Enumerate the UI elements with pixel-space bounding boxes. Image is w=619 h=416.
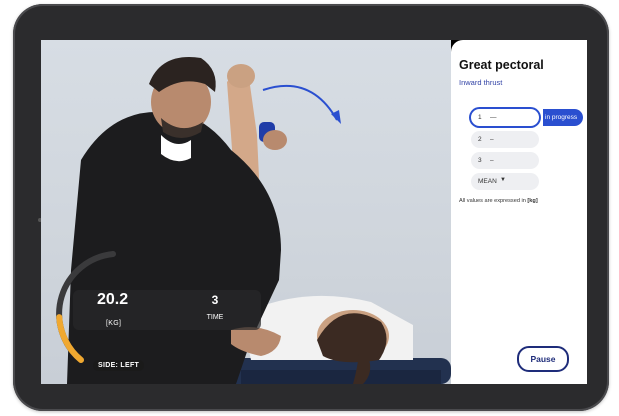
force-value: 20.2 bbox=[97, 291, 129, 308]
repetition-number: 2 bbox=[478, 136, 482, 143]
pause-button[interactable]: Pause bbox=[517, 346, 569, 372]
repetition-value: – bbox=[490, 136, 494, 143]
exercise-illustration bbox=[56, 57, 451, 384]
exercise-subtitle: Inward thrust bbox=[459, 78, 503, 87]
units-note: All values are expressed in [kg] bbox=[459, 198, 538, 204]
motion-arrow bbox=[262, 84, 338, 121]
units-note-text: All values are expressed in bbox=[459, 198, 526, 204]
exercise-title: Great pectoral bbox=[459, 58, 544, 72]
reps-label: TIME bbox=[206, 314, 224, 321]
exercise-panel: Great pectoral Inward thrust 1 — in prog… bbox=[451, 40, 587, 384]
app-screen: 20.2 [KG] 3 TIME SIDE: LEFT Great pector… bbox=[41, 40, 587, 384]
force-unit: [KG] bbox=[106, 320, 122, 327]
in-progress-badge: in progress bbox=[543, 109, 583, 126]
exercise-photo: 20.2 [KG] 3 TIME SIDE: LEFT bbox=[41, 40, 451, 384]
reps-count: 3 bbox=[211, 293, 219, 307]
repetition-row-1[interactable]: 1 — bbox=[471, 109, 539, 126]
repetition-row-3[interactable]: 3 – bbox=[471, 152, 539, 169]
tablet-frame: 20.2 [KG] 3 TIME SIDE: LEFT Great pector… bbox=[13, 4, 609, 411]
aggregate-label: MEAN bbox=[478, 178, 497, 185]
repetition-number: 3 bbox=[478, 157, 482, 164]
repetition-row-2[interactable]: 2 – bbox=[471, 131, 539, 148]
side-badge: SIDE: LEFT bbox=[93, 360, 145, 371]
chevron-down-icon: ▼ bbox=[500, 177, 506, 183]
units-note-unit: [kg] bbox=[527, 198, 538, 204]
repetition-number: 1 bbox=[478, 114, 482, 121]
repetition-value: – bbox=[490, 157, 494, 164]
repetition-value: — bbox=[490, 114, 497, 121]
aggregate-select[interactable]: MEAN ▼ bbox=[471, 173, 539, 190]
